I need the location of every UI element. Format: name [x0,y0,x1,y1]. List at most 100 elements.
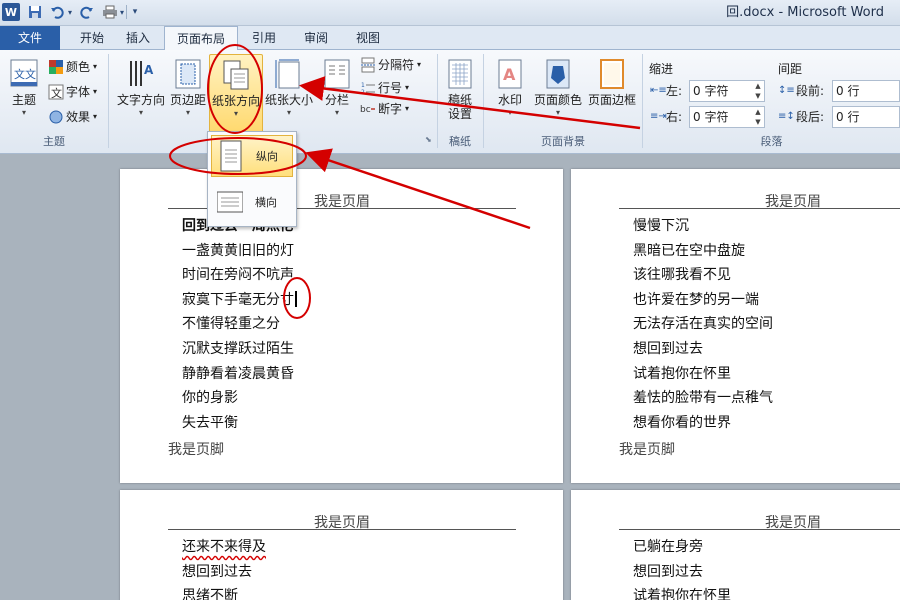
theme-fonts-button[interactable]: 文 字体 ▾ [48,81,97,103]
themes-button[interactable]: 文文 主题 ▾ [4,54,44,130]
spacing-before-input[interactable]: 0 行 [832,80,900,102]
text-line[interactable]: 羞怯的脸带有一点稚气 [633,386,773,411]
group-divider [108,54,109,148]
document-page[interactable]: 我是页眉 已躺在身旁 想回到过去 试着抱你在怀里 [571,490,900,600]
manuscript-settings-button[interactable]: 稿纸 设置 [441,54,479,130]
tab-page-layout[interactable]: 页面布局 [164,26,238,51]
text-direction-icon: A [130,61,154,86]
tab-view[interactable]: 视图 [346,26,390,50]
group-label-manuscript: 稿纸 [449,135,471,148]
indent-left-label: ⇤≡ 左: [650,80,682,102]
svg-text:文文: 文文 [14,67,36,81]
text-direction-button[interactable]: A 文字方向 ▾ [114,54,168,130]
text-line[interactable]: 还来不来得及 [182,535,266,560]
chevron-down-icon: ▾ [286,108,291,117]
window-title: 回.docx - Microsoft Word [726,5,884,20]
text-line[interactable]: 时间在旁闷不吭声 [182,263,297,288]
page-footer[interactable]: 我是页脚 [619,439,675,459]
columns-button[interactable]: 分栏 ▾ [318,54,356,130]
text-line[interactable]: 沉默支撑跃过陌生 [182,337,297,362]
header-divider [619,529,900,530]
chevron-down-icon: ▾ [93,112,98,121]
hyphenation-button[interactable]: bc 断字 ▾ [360,98,409,120]
spacing-title: 间距 [778,62,803,76]
text-line[interactable]: 你的身影 [182,386,297,411]
svg-text:A: A [503,65,516,84]
text-line[interactable]: 想回到过去 [182,560,266,585]
tab-references[interactable]: 引用 [242,26,286,50]
text-line[interactable]: 静静看着凌晨黄昏 [182,362,297,387]
chevron-down-icon: ▾ [21,108,26,117]
theme-effects-button[interactable]: 效果 ▾ [48,106,97,128]
orientation-button[interactable]: 纸张方向 ▾ [209,54,263,134]
text-line[interactable]: 也许爱在梦的另一端 [633,288,773,313]
text-line[interactable]: 想看你看的世界 [633,411,773,436]
indent-left-input[interactable]: 0 字符 ▲ ▼ [689,80,765,102]
text-line[interactable]: 该往哪我看不见 [633,263,773,288]
spacing-before-label: ↕≡ 段前: [778,80,824,102]
text-line[interactable]: 黑暗已在空中盘旋 [633,239,773,264]
document-workspace: 我是页眉 回到过去一周杰伦 一盏黄黄旧旧的灯 时间在旁闷不吭声 寂寞下手毫无分寸… [0,155,900,600]
page-color-button[interactable]: 页面颜色 ▾ [532,54,584,130]
text-line[interactable]: 已躺在身旁 [633,535,731,560]
document-page[interactable]: 我是页眉 慢慢下沉 黑暗已在空中盘旋 该往哪我看不见 也许爱在梦的另一端 无法存… [571,169,900,483]
effects-icon [48,109,64,125]
document-page[interactable]: 我是页眉 回到过去一周杰伦 一盏黄黄旧旧的灯 时间在旁闷不吭声 寂寞下手毫无分寸… [120,169,563,483]
spacing-after-input[interactable]: 0 行 [832,106,900,128]
indent-title: 缩进 [649,62,674,76]
chevron-down-icon: ▾ [417,60,422,69]
text-line[interactable]: 想回到过去 [633,560,731,585]
tab-insert[interactable]: 插入 [116,26,160,50]
page-setup-launcher-icon[interactable]: ⬊ [425,135,432,144]
margins-icon [175,59,201,89]
svg-text:A: A [144,63,154,77]
indent-left-spinner[interactable]: ▲ ▼ [752,81,764,101]
line-numbers-button[interactable]: 12 行号 ▾ [360,77,409,99]
breaks-button[interactable]: 分隔符 ▾ [360,54,421,76]
page-borders-button[interactable]: 页面边框 [586,54,638,130]
landscape-page-icon [217,191,243,213]
page-size-button[interactable]: 纸张大小 ▾ [264,54,314,130]
theme-colors-button[interactable]: 颜色 ▾ [48,56,97,78]
columns-icon [324,59,350,89]
page-text[interactable]: 慢慢下沉 黑暗已在空中盘旋 该往哪我看不见 也许爱在梦的另一端 无法存活在真实的… [633,214,773,435]
text-line[interactable]: 试着抱你在怀里 [633,362,773,387]
page-text[interactable]: 回到过去一周杰伦 一盏黄黄旧旧的灯 时间在旁闷不吭声 寂寞下手毫无分寸 不懂得轻… [182,214,297,435]
page-text[interactable]: 已躺在身旁 想回到过去 试着抱你在怀里 [633,535,731,600]
breaks-icon [360,57,376,73]
chevron-down-icon: ▾ [334,108,339,117]
page-borders-icon [600,59,624,89]
orientation-icon [223,60,249,90]
watermark-icon: A [498,59,522,89]
svg-text:bc: bc [360,105,371,115]
text-line[interactable]: 失去平衡 [182,411,297,436]
tab-file[interactable]: 文件 [0,26,60,50]
text-line[interactable]: 试着抱你在怀里 [633,584,731,600]
chevron-down-icon: ▾ [405,83,410,92]
orientation-menu: 纵向 横向 [207,131,297,227]
watermark-button[interactable]: A 水印 ▾ [490,54,530,130]
text-line[interactable]: 不懂得轻重之分 [182,312,297,337]
tab-home[interactable]: 开始 [70,26,114,50]
text-line[interactable]: 慢慢下沉 [633,214,773,239]
indent-right-input[interactable]: 0 字符 ▲ ▼ [689,106,765,128]
document-page[interactable]: 我是页眉 还来不来得及 想回到过去 思绪不断 [120,490,563,600]
group-label-page-background: 页面背景 [541,135,585,148]
page-text[interactable]: 还来不来得及 想回到过去 思绪不断 [182,535,266,600]
page-footer[interactable]: 我是页脚 [168,439,224,459]
tab-review[interactable]: 审阅 [294,26,338,50]
group-label-theme: 主题 [43,135,65,148]
svg-text:1: 1 [361,82,365,89]
indent-right-spinner[interactable]: ▲ ▼ [752,107,764,127]
margins-button[interactable]: 页边距 ▾ [168,54,208,130]
text-line[interactable]: 想回到过去 [633,337,773,362]
menu-item-portrait[interactable]: 纵向 [211,135,293,177]
line-numbers-icon: 12 [360,80,376,96]
text-line[interactable]: 无法存活在真实的空间 [633,312,773,337]
manuscript-icon [448,59,472,89]
menu-item-landscape[interactable]: 横向 [211,181,293,223]
text-cursor [295,290,297,307]
text-line[interactable]: 思绪不断 [182,584,266,600]
text-line[interactable]: 一盏黄黄旧旧的灯 [182,239,297,264]
text-line-with-cursor[interactable]: 寂寞下手毫无分寸 [182,288,297,313]
